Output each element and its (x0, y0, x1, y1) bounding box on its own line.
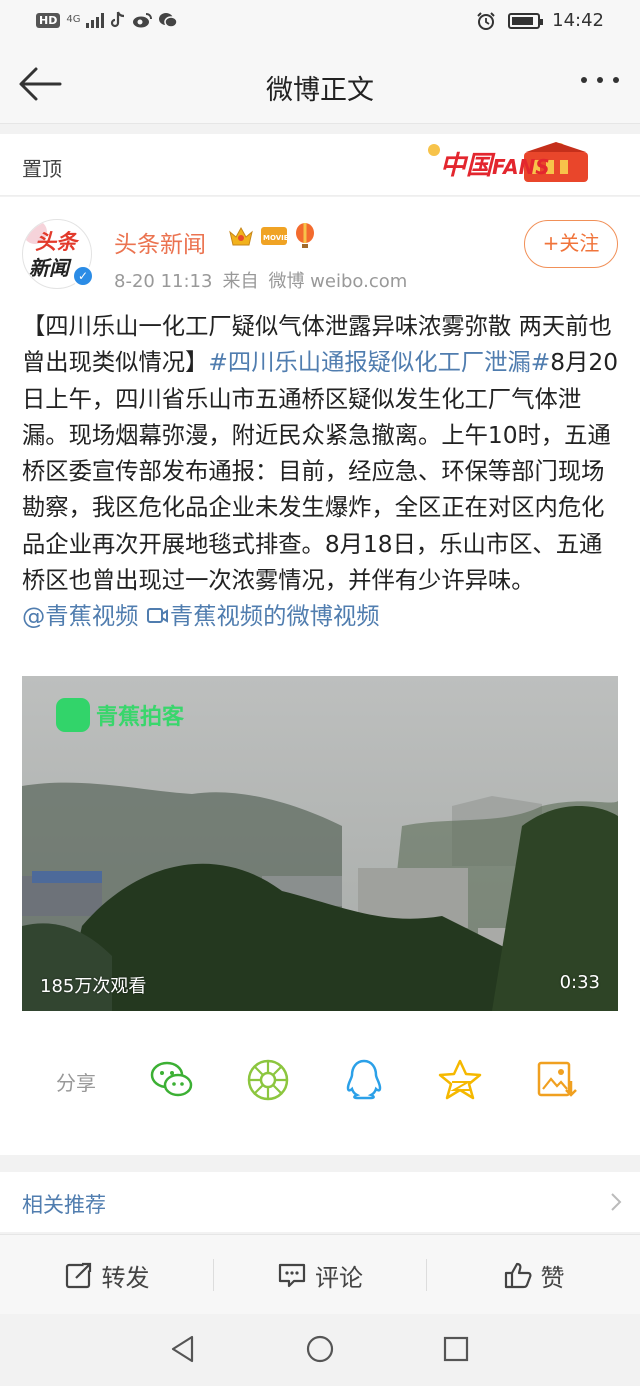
svg-text:MOVIE: MOVIE (263, 234, 288, 242)
post-time: 8-20 11:13 (114, 271, 213, 292)
watermark-text: 青蕉拍客 (96, 705, 185, 730)
status-bar: HD 4G 14:42 (0, 0, 640, 44)
crown-icon[interactable] (228, 224, 254, 248)
page-title: 微博正文 (266, 75, 374, 106)
post-text: 【四川乐山一化工厂疑似气体泄露异味浓雾弥散 两天前也曾出现类似情况】#四川乐山通… (22, 309, 622, 636)
china-fans-logo[interactable]: 中国 FANS (420, 136, 598, 194)
qingjiao-logo-icon (56, 698, 90, 732)
repost-button[interactable]: 转发 (0, 1235, 213, 1315)
video-duration: 0:33 (559, 972, 600, 993)
status-left: HD 4G (36, 11, 179, 29)
repost-label: 转发 (101, 1263, 150, 1292)
weibo-icon (133, 13, 153, 28)
movie-badge-icon[interactable]: MOVIE (260, 225, 288, 247)
battery-icon (508, 12, 544, 29)
video-link-text: 青蕉视频的微博视频 (169, 603, 380, 631)
qzone-share-icon[interactable] (437, 1057, 483, 1103)
tiktok-icon (111, 11, 125, 28)
post-source: 微博 weibo.com (268, 271, 408, 292)
video-player[interactable]: 青蕉拍客 185万次观看 0:33 (22, 676, 618, 1011)
save-image-icon[interactable] (533, 1057, 579, 1103)
video-link-icon (146, 608, 168, 624)
system-nav-bar (0, 1314, 640, 1386)
share-label: 分享 (56, 1071, 96, 1095)
wechat-icon (159, 13, 179, 28)
pinned-label: 置顶 (22, 157, 62, 181)
post-meta: 8-20 11:13 来自 微博 weibo.com (114, 267, 417, 293)
avatar-text-2: 新闻 (29, 256, 69, 280)
comment-button[interactable]: 评论 (214, 1235, 426, 1315)
balloon-icon[interactable] (294, 223, 316, 249)
like-button[interactable]: 赞 (427, 1235, 640, 1315)
hd-indicator: HD (36, 12, 61, 28)
action-bar: 转发 评论 赞 (0, 1234, 640, 1314)
more-icon[interactable] (578, 70, 622, 90)
comment-label: 评论 (315, 1263, 363, 1292)
user-badges: MOVIE (228, 223, 316, 249)
repost-icon (65, 1262, 91, 1289)
source-prefix: 来自 (222, 271, 259, 292)
moments-share-icon[interactable] (245, 1057, 291, 1103)
status-right: 14:42 (476, 10, 604, 31)
post-card: 头条 新闻 ✓ 头条新闻 MOVIE 8-20 11:13 来自 微博 weibo.… (0, 197, 640, 1155)
svg-text:FANS: FANS (492, 155, 550, 179)
qq-share-icon[interactable] (341, 1057, 387, 1103)
video-link[interactable]: 青蕉视频的微博视频 (146, 603, 380, 630)
video-views: 185万次观看 (40, 976, 147, 997)
chevron-right-icon (611, 1193, 622, 1211)
home-key-icon[interactable] (305, 1334, 335, 1364)
clock: 14:42 (552, 10, 604, 31)
recents-key-icon[interactable] (441, 1334, 471, 1364)
related-label: 相关推荐 (22, 1193, 106, 1217)
pinned-header: 置顶 中国 FANS (0, 134, 640, 196)
like-label: 赞 (540, 1263, 565, 1292)
mention-link[interactable]: @青蕉视频 (22, 603, 138, 630)
post-body: 8月20日上午，四川省乐山市五通桥区疑似发生化工厂气体泄漏。现场烟幕弥漫，附近民… (22, 349, 619, 595)
video-watermark: 青蕉拍客 (56, 698, 184, 732)
username[interactable]: 头条新闻 (114, 225, 206, 259)
follow-button[interactable]: +关注 (524, 220, 618, 268)
network-indicator: 4G (66, 14, 81, 25)
svg-text:中国: 中国 (440, 151, 496, 181)
related-recommendations[interactable]: 相关推荐 (0, 1172, 640, 1232)
back-key-icon[interactable] (168, 1334, 198, 1364)
alarm-icon (477, 11, 495, 30)
topic-link[interactable]: #四川乐山通报疑似化工厂泄漏# (208, 349, 550, 376)
wechat-share-icon[interactable] (149, 1057, 195, 1103)
comment-icon (278, 1263, 306, 1288)
signal-icon (86, 12, 105, 28)
nav-bar: 微博正文 (0, 44, 640, 124)
share-row: 分享 (0, 1047, 640, 1113)
like-icon (504, 1262, 531, 1289)
verified-badge-icon: ✓ (72, 265, 94, 287)
